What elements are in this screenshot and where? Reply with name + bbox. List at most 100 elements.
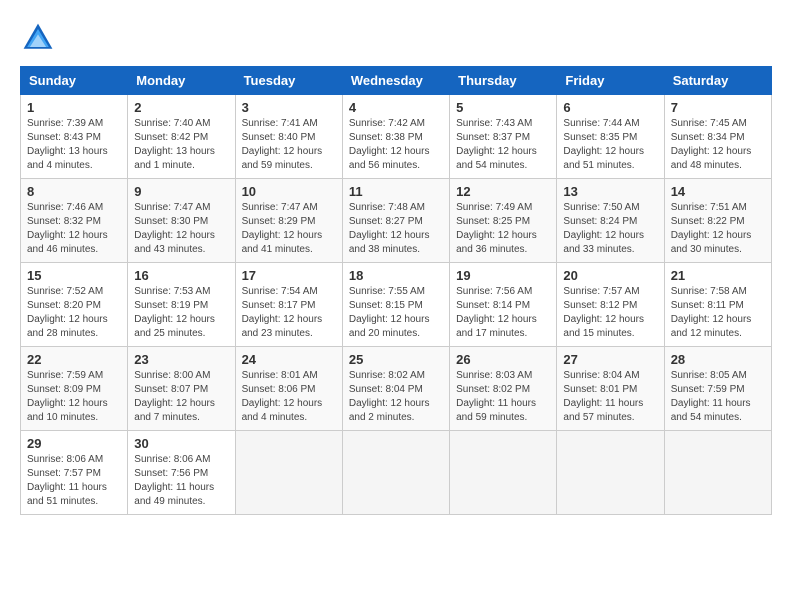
day-info: Sunrise: 8:06 AM Sunset: 7:56 PM Dayligh… <box>134 453 228 509</box>
day-number: 15 <box>27 268 121 283</box>
day-info: Sunrise: 7:43 AM Sunset: 8:37 PM Dayligh… <box>456 117 550 173</box>
calendar-cell: 29 Sunrise: 8:06 AM Sunset: 7:57 PM Dayli… <box>21 431 128 515</box>
calendar-cell: 25 Sunrise: 8:02 AM Sunset: 8:04 PM Dayli… <box>342 347 449 431</box>
page-header <box>20 20 772 56</box>
day-number: 1 <box>27 100 121 115</box>
calendar-cell: 14 Sunrise: 7:51 AM Sunset: 8:22 PM Dayli… <box>664 179 771 263</box>
day-info: Sunrise: 8:04 AM Sunset: 8:01 PM Dayligh… <box>563 369 657 425</box>
day-info: Sunrise: 7:52 AM Sunset: 8:20 PM Dayligh… <box>27 285 121 341</box>
weekday-header-wednesday: Wednesday <box>342 67 449 95</box>
day-number: 29 <box>27 436 121 451</box>
day-number: 6 <box>563 100 657 115</box>
day-info: Sunrise: 7:44 AM Sunset: 8:35 PM Dayligh… <box>563 117 657 173</box>
day-info: Sunrise: 7:42 AM Sunset: 8:38 PM Dayligh… <box>349 117 443 173</box>
weekday-header-saturday: Saturday <box>664 67 771 95</box>
day-number: 2 <box>134 100 228 115</box>
day-info: Sunrise: 7:47 AM Sunset: 8:29 PM Dayligh… <box>242 201 336 257</box>
day-number: 17 <box>242 268 336 283</box>
weekday-header-row: SundayMondayTuesdayWednesdayThursdayFrid… <box>21 67 772 95</box>
day-info: Sunrise: 7:46 AM Sunset: 8:32 PM Dayligh… <box>27 201 121 257</box>
day-info: Sunrise: 8:02 AM Sunset: 8:04 PM Dayligh… <box>349 369 443 425</box>
calendar-cell: 21Sunrise: 7:58 AM Sunset: 8:11 PM Dayli… <box>664 263 771 347</box>
day-info: Sunrise: 7:45 AM Sunset: 8:34 PM Dayligh… <box>671 117 765 173</box>
day-number: 28 <box>671 352 765 367</box>
day-info: Sunrise: 7:49 AM Sunset: 8:25 PM Dayligh… <box>456 201 550 257</box>
calendar-cell <box>342 431 449 515</box>
day-info: Sunrise: 7:47 AM Sunset: 8:30 PM Dayligh… <box>134 201 228 257</box>
calendar-cell: 22Sunrise: 7:59 AM Sunset: 8:09 PM Dayli… <box>21 347 128 431</box>
day-number: 13 <box>563 184 657 199</box>
calendar-cell: 27 Sunrise: 8:04 AM Sunset: 8:01 PM Dayli… <box>557 347 664 431</box>
day-info: Sunrise: 7:48 AM Sunset: 8:27 PM Dayligh… <box>349 201 443 257</box>
weekday-header-sunday: Sunday <box>21 67 128 95</box>
day-info: Sunrise: 8:05 AM Sunset: 7:59 PM Dayligh… <box>671 369 765 425</box>
logo-icon <box>20 20 56 56</box>
day-number: 24 <box>242 352 336 367</box>
day-number: 19 <box>456 268 550 283</box>
day-info: Sunrise: 7:40 AM Sunset: 8:42 PM Dayligh… <box>134 117 228 173</box>
day-number: 16 <box>134 268 228 283</box>
calendar-cell: 8 Sunrise: 7:46 AM Sunset: 8:32 PM Daylig… <box>21 179 128 263</box>
calendar-cell: 30Sunrise: 8:06 AM Sunset: 7:56 PM Dayli… <box>128 431 235 515</box>
day-number: 8 <box>27 184 121 199</box>
day-number: 20 <box>563 268 657 283</box>
day-number: 11 <box>349 184 443 199</box>
calendar-cell: 6 Sunrise: 7:44 AM Sunset: 8:35 PM Daylig… <box>557 95 664 179</box>
day-number: 25 <box>349 352 443 367</box>
day-number: 22 <box>27 352 121 367</box>
calendar-table: SundayMondayTuesdayWednesdayThursdayFrid… <box>20 66 772 515</box>
day-info: Sunrise: 7:56 AM Sunset: 8:14 PM Dayligh… <box>456 285 550 341</box>
calendar-cell: 1 Sunrise: 7:39 AM Sunset: 8:43 PM Daylig… <box>21 95 128 179</box>
calendar-cell: 12Sunrise: 7:49 AM Sunset: 8:25 PM Dayli… <box>450 179 557 263</box>
calendar-cell: 16 Sunrise: 7:53 AM Sunset: 8:19 PM Dayli… <box>128 263 235 347</box>
calendar-week-1: 1 Sunrise: 7:39 AM Sunset: 8:43 PM Daylig… <box>21 95 772 179</box>
calendar-cell <box>557 431 664 515</box>
calendar-cell: 17 Sunrise: 7:54 AM Sunset: 8:17 PM Dayli… <box>235 263 342 347</box>
weekday-header-tuesday: Tuesday <box>235 67 342 95</box>
day-info: Sunrise: 8:03 AM Sunset: 8:02 PM Dayligh… <box>456 369 550 425</box>
calendar-cell <box>235 431 342 515</box>
calendar-week-4: 22Sunrise: 7:59 AM Sunset: 8:09 PM Dayli… <box>21 347 772 431</box>
calendar-week-3: 15 Sunrise: 7:52 AM Sunset: 8:20 PM Dayli… <box>21 263 772 347</box>
day-number: 27 <box>563 352 657 367</box>
calendar-cell: 28 Sunrise: 8:05 AM Sunset: 7:59 PM Dayli… <box>664 347 771 431</box>
day-info: Sunrise: 7:41 AM Sunset: 8:40 PM Dayligh… <box>242 117 336 173</box>
calendar-week-2: 8 Sunrise: 7:46 AM Sunset: 8:32 PM Daylig… <box>21 179 772 263</box>
day-info: Sunrise: 7:51 AM Sunset: 8:22 PM Dayligh… <box>671 201 765 257</box>
day-number: 21 <box>671 268 765 283</box>
day-number: 4 <box>349 100 443 115</box>
weekday-header-thursday: Thursday <box>450 67 557 95</box>
calendar-cell: 10 Sunrise: 7:47 AM Sunset: 8:29 PM Dayli… <box>235 179 342 263</box>
calendar-cell: 11 Sunrise: 7:48 AM Sunset: 8:27 PM Dayli… <box>342 179 449 263</box>
calendar-cell <box>664 431 771 515</box>
day-number: 14 <box>671 184 765 199</box>
day-info: Sunrise: 7:53 AM Sunset: 8:19 PM Dayligh… <box>134 285 228 341</box>
calendar-cell: 4 Sunrise: 7:42 AM Sunset: 8:38 PM Daylig… <box>342 95 449 179</box>
day-number: 9 <box>134 184 228 199</box>
day-info: Sunrise: 7:50 AM Sunset: 8:24 PM Dayligh… <box>563 201 657 257</box>
calendar-cell: 19 Sunrise: 7:56 AM Sunset: 8:14 PM Dayli… <box>450 263 557 347</box>
calendar-cell: 15 Sunrise: 7:52 AM Sunset: 8:20 PM Dayli… <box>21 263 128 347</box>
calendar-cell: 2 Sunrise: 7:40 AM Sunset: 8:42 PM Daylig… <box>128 95 235 179</box>
day-number: 5 <box>456 100 550 115</box>
calendar-cell: 23 Sunrise: 8:00 AM Sunset: 8:07 PM Dayli… <box>128 347 235 431</box>
day-number: 7 <box>671 100 765 115</box>
day-info: Sunrise: 7:55 AM Sunset: 8:15 PM Dayligh… <box>349 285 443 341</box>
day-info: Sunrise: 8:01 AM Sunset: 8:06 PM Dayligh… <box>242 369 336 425</box>
day-info: Sunrise: 8:06 AM Sunset: 7:57 PM Dayligh… <box>27 453 121 509</box>
day-number: 23 <box>134 352 228 367</box>
calendar-cell: 18Sunrise: 7:55 AM Sunset: 8:15 PM Dayli… <box>342 263 449 347</box>
weekday-header-friday: Friday <box>557 67 664 95</box>
calendar-cell: 13 Sunrise: 7:50 AM Sunset: 8:24 PM Dayli… <box>557 179 664 263</box>
day-number: 26 <box>456 352 550 367</box>
day-info: Sunrise: 7:54 AM Sunset: 8:17 PM Dayligh… <box>242 285 336 341</box>
calendar-cell: 26 Sunrise: 8:03 AM Sunset: 8:02 PM Dayli… <box>450 347 557 431</box>
calendar-cell: 5 Sunrise: 7:43 AM Sunset: 8:37 PM Daylig… <box>450 95 557 179</box>
calendar-cell: 9 Sunrise: 7:47 AM Sunset: 8:30 PM Daylig… <box>128 179 235 263</box>
day-number: 10 <box>242 184 336 199</box>
day-info: Sunrise: 8:00 AM Sunset: 8:07 PM Dayligh… <box>134 369 228 425</box>
calendar-week-5: 29 Sunrise: 8:06 AM Sunset: 7:57 PM Dayli… <box>21 431 772 515</box>
calendar-cell: 7 Sunrise: 7:45 AM Sunset: 8:34 PM Daylig… <box>664 95 771 179</box>
weekday-header-monday: Monday <box>128 67 235 95</box>
day-info: Sunrise: 7:39 AM Sunset: 8:43 PM Dayligh… <box>27 117 121 173</box>
